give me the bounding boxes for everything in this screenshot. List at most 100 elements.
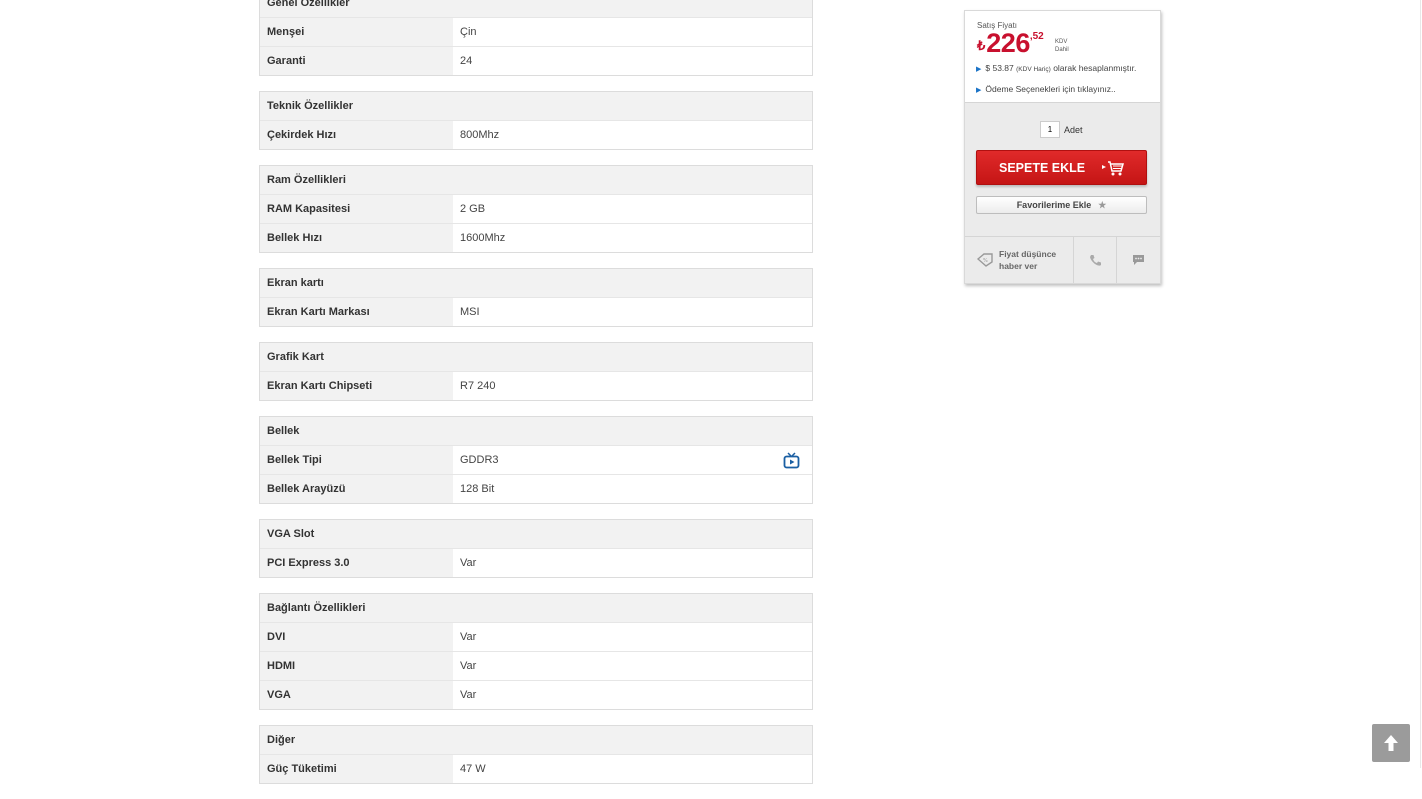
message-button[interactable] (1117, 237, 1159, 283)
svg-text:%: % (983, 258, 988, 264)
spec-key: RAM Kapasitesi (260, 195, 453, 223)
chat-icon (1132, 255, 1144, 265)
spec-value: R7 240 (453, 372, 812, 400)
phone-icon (1089, 254, 1101, 266)
spec-value-text: 24 (460, 55, 473, 67)
spec-value: MSI (453, 298, 812, 326)
table-row: Ekran Kartı Chipseti R7 240 (260, 372, 812, 400)
table-row: PCI Express 3.0 Var (260, 549, 812, 577)
spec-value-text: Var (460, 631, 477, 643)
spec-value: 47 W (453, 755, 812, 783)
tv-play-icon[interactable] (783, 452, 800, 469)
spec-group-title: Ram Özellikleri (260, 166, 812, 195)
spec-key: DVI (260, 623, 453, 651)
call-button[interactable] (1074, 237, 1117, 283)
arrow-right-icon: ▶ (976, 66, 982, 73)
spec-value-text: Çin (460, 26, 477, 38)
spec-key: Bellek Tipi (260, 446, 453, 474)
table-row: Garanti 24 (260, 47, 812, 75)
quantity-control: Adet (1040, 121, 1083, 138)
spec-value-text: R7 240 (460, 380, 496, 392)
arrow-up-icon (1384, 735, 1398, 751)
spec-key: Bellek Hızı (260, 224, 453, 252)
spec-key: Bellek Arayüzü (260, 475, 453, 503)
spec-group-title: Bellek (260, 417, 812, 446)
spec-group: Ekran kartı Ekran Kartı Markası MSI (259, 268, 813, 327)
spec-value: 2 GB (453, 195, 812, 223)
price-value: ₺ 226 ,52 (977, 28, 1044, 59)
price-summary: Satış Fiyatı ₺ 226 ,52 KDV Dahil ▶ $ 53.8… (965, 11, 1160, 103)
add-to-favorites-button[interactable]: Favorilerime Ekle ★ (976, 196, 1147, 214)
spec-value-text: GDDR3 (460, 454, 499, 466)
spec-value: Var (453, 652, 812, 680)
spec-group-title: Ekran kartı (260, 269, 812, 298)
spec-value: Var (453, 681, 812, 709)
spec-group: VGA Slot PCI Express 3.0 Var (259, 519, 813, 578)
spec-key: Ekran Kartı Chipseti (260, 372, 453, 400)
table-row: Çekirdek Hızı 800Mhz (260, 121, 812, 149)
spec-group-title: VGA Slot (260, 520, 812, 549)
add-to-cart-button[interactable]: SEPETE EKLE (976, 150, 1147, 185)
scroll-to-top-button[interactable] (1372, 724, 1410, 762)
spec-value: Var (453, 623, 812, 651)
spec-group: Ram Özellikleri RAM Kapasitesi 2 GB Bellek … (259, 165, 813, 253)
page-edge (1420, 0, 1421, 768)
contact-actions: % Fiyat düşünce haber ver (965, 237, 1160, 283)
price-decimal: ,52 (1029, 31, 1044, 42)
spec-value: 128 Bit (453, 475, 812, 503)
table-row: Bellek Hızı 1600Mhz (260, 224, 812, 252)
table-row: DVI Var (260, 623, 812, 652)
spec-group: Bağlantı Özellikleri DVI Var HDMI Var VGA Var (259, 593, 813, 710)
spec-group-title: Teknik Özellikler (260, 92, 812, 121)
spec-value-text: 128 Bit (460, 483, 495, 495)
spec-key: VGA (260, 681, 453, 709)
spec-value-text: Var (460, 689, 477, 701)
spec-group: Diğer Güç Tüketimi 47 W (259, 725, 813, 784)
spec-key: Menşei (260, 18, 453, 46)
spec-value-text: 1600Mhz (460, 232, 506, 244)
payment-options-link[interactable]: ▶ Ödeme Seçenekleri için tıklayınız.. (976, 84, 1116, 94)
price-integer: 226 (986, 28, 1030, 58)
spec-value: GDDR3 (453, 446, 812, 474)
spec-value-text: 47 W (460, 763, 486, 775)
spec-value: 24 (453, 47, 812, 75)
cart-icon (1102, 161, 1124, 176)
spec-key: PCI Express 3.0 (260, 549, 453, 577)
spec-group: Grafik Kart Ekran Kartı Chipseti R7 240 (259, 342, 813, 401)
spec-value-text: Var (460, 660, 477, 672)
table-row: Bellek Arayüzü 128 Bit (260, 475, 812, 503)
table-row: VGA Var (260, 681, 812, 709)
arrow-right-icon: ▶ (976, 87, 982, 94)
price-tag-icon: % (977, 253, 993, 267)
spec-key: HDMI (260, 652, 453, 680)
spec-value-text: 2 GB (460, 203, 486, 215)
star-icon: ★ (1098, 199, 1107, 210)
table-row: Ekran Kartı Markası MSI (260, 298, 812, 326)
vat-included-label: KDV Dahil (1055, 39, 1069, 53)
spec-group-title: Bağlantı Özellikleri (260, 594, 812, 623)
spec-group: Teknik Özellikler Çekirdek Hızı 800Mhz (259, 91, 813, 150)
spec-group-title: Genel Özellikler (260, 0, 812, 18)
spec-tables: Genel Özellikler Menşei Çin Garanti 24 Teknik… (259, 0, 813, 799)
quantity-unit: Adet (1064, 124, 1083, 135)
spec-group-title: Diğer (260, 726, 812, 755)
spec-key: Garanti (260, 47, 453, 75)
table-row: HDMI Var (260, 652, 812, 681)
spec-group: Bellek Bellek Tipi GDDR3 Bellek Arayüzü 128 … (259, 416, 813, 504)
lira-icon: ₺ (977, 38, 986, 53)
spec-value: 1600Mhz (453, 224, 812, 252)
table-row: Güç Tüketimi 47 W (260, 755, 812, 783)
table-row: Bellek Tipi GDDR3 (260, 446, 812, 475)
spec-value: 800Mhz (453, 121, 812, 149)
quantity-input[interactable] (1040, 121, 1060, 138)
table-row: Menşei Çin (260, 18, 812, 47)
spec-value: Çin (453, 18, 812, 46)
spec-value-text: 800Mhz (460, 129, 500, 141)
spec-key: Çekirdek Hızı (260, 121, 453, 149)
spec-value-text: Var (460, 557, 477, 569)
cart-actions: Adet SEPETE EKLE Favorilerime Ekle ★ (965, 103, 1160, 237)
price-alert-button[interactable]: % Fiyat düşünce haber ver (965, 237, 1074, 283)
spec-value: Var (453, 549, 812, 577)
usd-price-line: ▶ $ 53.87 (KDV Hariç) olarak hesaplanmışt… (976, 63, 1137, 73)
price-box: Satış Fiyatı ₺ 226 ,52 KDV Dahil ▶ $ 53.8… (964, 10, 1161, 284)
